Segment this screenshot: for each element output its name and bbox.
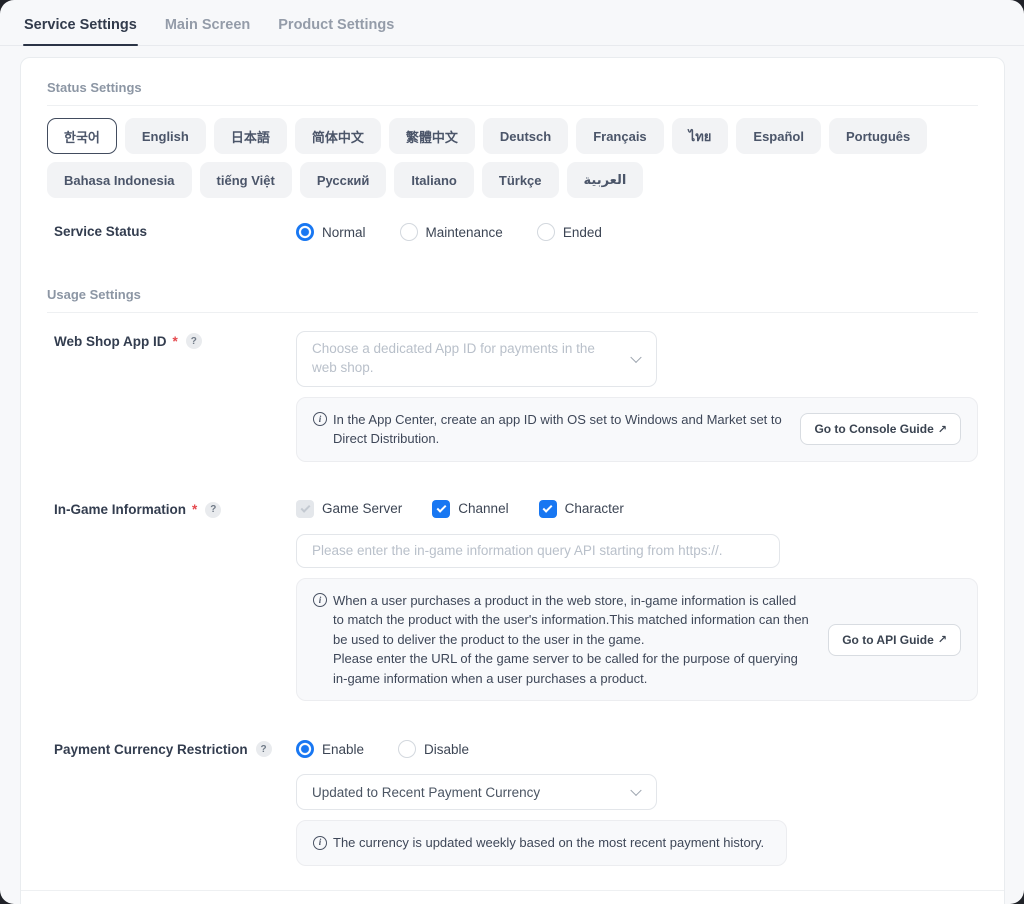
in-game-information-row: In-Game Information * ? Game Server Chan… (47, 500, 978, 702)
radio-disable[interactable]: Disable (398, 740, 469, 758)
language-chip-portuguese[interactable]: Português (829, 118, 927, 154)
in-game-api-input[interactable]: Please enter the in-game information que… (296, 534, 780, 568)
required-asterisk: * (173, 334, 178, 349)
service-status-row: Service Status Normal Maintenance (47, 222, 978, 241)
radio-unselected-icon (400, 223, 418, 241)
payment-currency-restriction-label: Payment Currency Restriction (54, 742, 248, 757)
info-icon: i (313, 593, 327, 607)
language-chip-russian[interactable]: Русский (300, 162, 387, 198)
language-chip-traditional-chinese[interactable]: 繁體中文 (389, 118, 475, 154)
language-selector: 한국어 English 日本語 简体中文 繁體中文 Deutsch França… (47, 118, 937, 198)
tab-main-screen[interactable]: Main Screen (164, 3, 251, 45)
language-chip-french[interactable]: Français (576, 118, 663, 154)
checkbox-character[interactable]: Character (539, 500, 624, 518)
app-id-info-text: In the App Center, create an app ID with… (333, 410, 782, 449)
tab-product-settings[interactable]: Product Settings (277, 3, 395, 45)
section-heading-status: Status Settings (47, 74, 978, 106)
external-link-icon: ↗ (938, 633, 947, 646)
help-icon[interactable]: ? (256, 741, 272, 757)
checkbox-checked-disabled-icon (296, 500, 314, 518)
settings-card: Status Settings 한국어 English 日本語 简体中文 繁體中… (20, 57, 1005, 904)
language-chip-german[interactable]: Deutsch (483, 118, 568, 154)
in-game-info-box: i When a user purchases a product in the… (296, 578, 978, 702)
chevron-down-icon (630, 785, 641, 796)
radio-unselected-icon (398, 740, 416, 758)
select-value: Updated to Recent Payment Currency (312, 785, 540, 800)
radio-selected-icon (296, 223, 314, 241)
language-chip-turkish[interactable]: Türkçe (482, 162, 559, 198)
checkbox-game-server: Game Server (296, 500, 402, 518)
language-chip-vietnamese[interactable]: tiếng Việt (200, 162, 292, 198)
go-to-console-guide-button[interactable]: Go to Console Guide ↗ (800, 413, 961, 445)
payment-currency-radio-group: Enable Disable (296, 739, 978, 758)
payment-currency-select[interactable]: Updated to Recent Payment Currency (296, 774, 657, 810)
language-chip-indonesian[interactable]: Bahasa Indonesia (47, 162, 192, 198)
checkbox-channel[interactable]: Channel (432, 500, 508, 518)
service-status-radio-group: Normal Maintenance Ended (296, 222, 978, 241)
settings-window: Service Settings Main Screen Product Set… (0, 0, 1024, 904)
language-chip-japanese[interactable]: 日本語 (214, 118, 287, 154)
language-chip-korean[interactable]: 한국어 (47, 118, 117, 154)
radio-selected-icon (296, 740, 314, 758)
app-id-info-box: i In the App Center, create an app ID wi… (296, 397, 978, 462)
language-chip-simplified-chinese[interactable]: 简体中文 (295, 118, 381, 154)
language-chip-thai[interactable]: ไทย (672, 118, 729, 154)
language-chip-english[interactable]: English (125, 118, 206, 154)
currency-info-text: The currency is updated weekly based on … (333, 833, 764, 853)
checkbox-checked-icon (432, 500, 450, 518)
section-heading-usage: Usage Settings (47, 281, 978, 313)
card-footer: Save (21, 890, 1004, 904)
in-game-information-label: In-Game Information (54, 502, 186, 517)
web-shop-app-id-row: Web Shop App ID * ? Choose a dedicated A… (47, 331, 978, 462)
info-icon: i (313, 836, 327, 850)
chevron-down-icon (630, 352, 641, 363)
external-link-icon: ↗ (938, 423, 947, 436)
radio-ended[interactable]: Ended (537, 223, 602, 241)
go-to-api-guide-button[interactable]: Go to API Guide ↗ (828, 624, 961, 656)
language-chip-spanish[interactable]: Español (736, 118, 821, 154)
service-status-label: Service Status (54, 224, 147, 239)
help-icon[interactable]: ? (205, 502, 221, 518)
tab-bar: Service Settings Main Screen Product Set… (0, 0, 1024, 46)
radio-normal[interactable]: Normal (296, 223, 366, 241)
checkbox-checked-icon (539, 500, 557, 518)
radio-unselected-icon (537, 223, 555, 241)
language-chip-arabic[interactable]: العربية (567, 162, 644, 198)
required-asterisk: * (192, 502, 197, 517)
web-shop-app-id-select[interactable]: Choose a dedicated App ID for payments i… (296, 331, 657, 387)
in-game-info-text: When a user purchases a product in the w… (333, 591, 810, 689)
language-chip-italian[interactable]: Italiano (394, 162, 474, 198)
tab-service-settings[interactable]: Service Settings (23, 3, 138, 45)
input-placeholder: Please enter the in-game information que… (312, 543, 722, 558)
info-icon: i (313, 412, 327, 426)
help-icon[interactable]: ? (186, 333, 202, 349)
radio-enable[interactable]: Enable (296, 740, 364, 758)
payment-currency-restriction-row: Payment Currency Restriction ? Enable Di… (47, 739, 978, 866)
select-placeholder: Choose a dedicated App ID for payments i… (312, 340, 620, 378)
in-game-checkbox-group: Game Server Channel Character (296, 500, 978, 518)
currency-info-box: i The currency is updated weekly based o… (296, 820, 787, 866)
web-shop-app-id-label: Web Shop App ID (54, 334, 167, 349)
radio-maintenance[interactable]: Maintenance (400, 223, 503, 241)
